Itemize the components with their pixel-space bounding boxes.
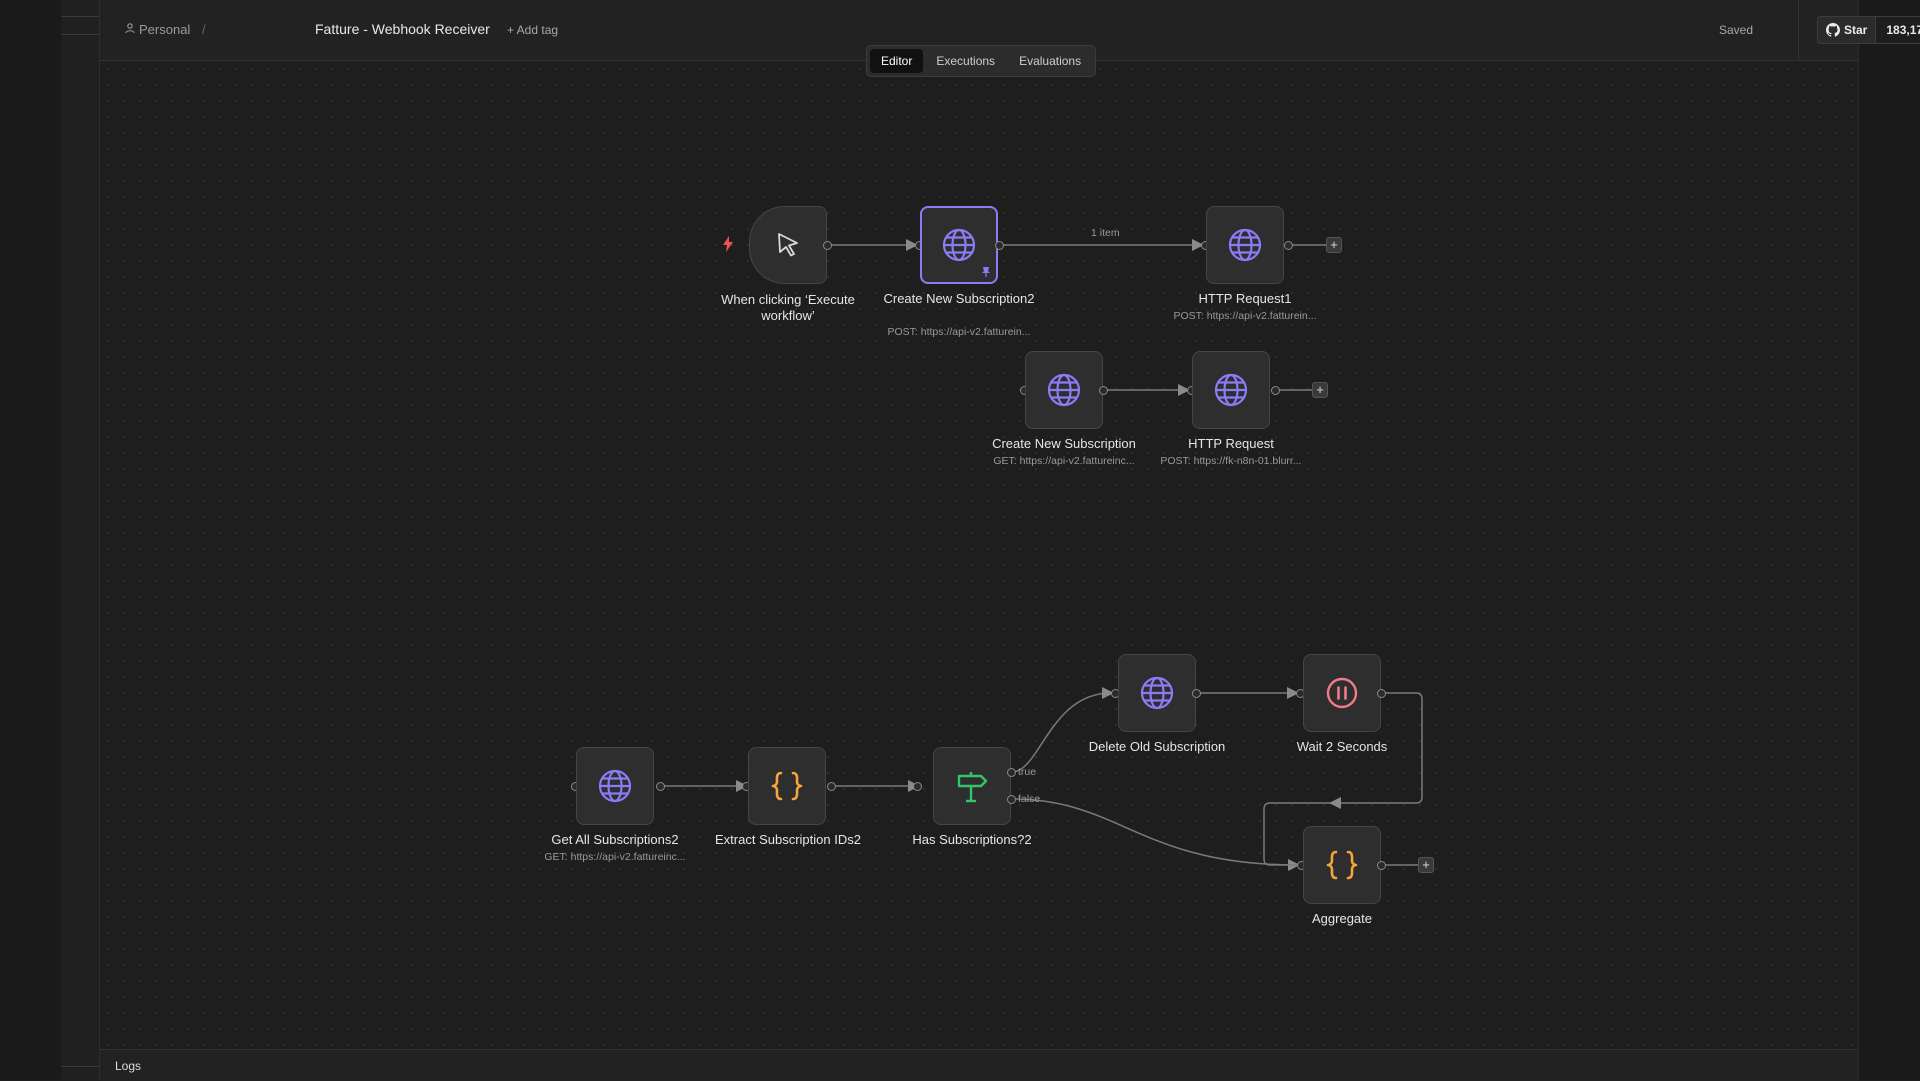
person-icon	[125, 22, 135, 37]
lightning-icon	[723, 236, 733, 252]
signpost-icon	[957, 772, 988, 803]
node-http-request1[interactable]	[1206, 206, 1284, 284]
add-node-button[interactable]: +	[1326, 237, 1342, 253]
node-get-all-subscriptions2[interactable]	[576, 747, 654, 825]
add-node-button[interactable]: +	[1418, 857, 1434, 873]
node-output-port[interactable]	[1271, 386, 1280, 395]
github-star-label: Star	[1844, 23, 1868, 37]
node-output-port[interactable]	[823, 241, 832, 250]
header-divider	[1798, 0, 1799, 60]
node-label: Get All Subscriptions2	[551, 832, 679, 847]
add-tag-button[interactable]: + Add tag	[507, 23, 558, 37]
node-http-request[interactable]	[1192, 351, 1270, 429]
node-extract-subscription-ids2[interactable]	[748, 747, 826, 825]
pin-icon	[982, 267, 990, 277]
node-output-port-true[interactable]	[1007, 768, 1016, 777]
node-subtitle: POST: https://api-v2.fatturein...	[1173, 310, 1317, 322]
pause-circle-icon	[1326, 677, 1358, 709]
view-tabs: Editor Executions Evaluations	[866, 45, 1097, 77]
sidebar	[61, 0, 100, 1080]
node-create-new-subscription[interactable]	[1025, 351, 1103, 429]
github-star-button[interactable]: Star	[1818, 17, 1877, 43]
node-label: HTTP Request1	[1198, 291, 1292, 306]
node-label: Extract Subscription IDs2	[715, 832, 861, 847]
globe-icon	[1140, 676, 1174, 710]
branch-true-label: true	[1018, 766, 1037, 778]
node-subtitle: POST: https://fk-n8n-01.blurr...	[1160, 455, 1302, 467]
logs-toggle[interactable]: Logs	[115, 1059, 141, 1073]
node-label: Delete Old Subscription	[1088, 739, 1226, 754]
node-label: Create New Subscription	[992, 436, 1136, 451]
left-strip	[0, 0, 61, 1080]
tab-editor[interactable]: Editor	[870, 49, 924, 73]
node-output-port-false[interactable]	[1007, 795, 1016, 804]
workflow-title[interactable]: Fatture - Webhook Receiver	[315, 21, 490, 37]
sidebar-divider	[61, 16, 99, 17]
right-strip	[1858, 0, 1920, 1080]
node-output-port[interactable]	[1099, 386, 1108, 395]
tab-evaluations[interactable]: Evaluations	[1008, 49, 1092, 73]
code-braces-icon	[771, 771, 803, 801]
node-manual-trigger[interactable]	[749, 206, 827, 284]
node-label: Aggregate	[1312, 911, 1372, 926]
globe-icon	[1214, 373, 1248, 407]
node-output-port[interactable]	[656, 782, 665, 791]
node-has-subscriptions2[interactable]	[933, 747, 1011, 825]
node-output-port[interactable]	[1284, 241, 1293, 250]
node-label: Wait 2 Seconds	[1296, 739, 1388, 754]
github-star-widget[interactable]: Star 183,171	[1817, 16, 1920, 44]
connection-edge	[1011, 687, 1114, 773]
node-label: Has Subscriptions?2	[912, 832, 1032, 847]
node-label: HTTP Request	[1188, 436, 1274, 451]
globe-icon	[598, 769, 632, 803]
logs-panel: Logs	[100, 1049, 1858, 1081]
node-aggregate[interactable]	[1303, 826, 1381, 904]
breadcrumb-owner[interactable]: Personal	[139, 22, 190, 37]
node-subtitle: GET: https://api-v2.fattureinc...	[544, 851, 686, 863]
node-label: When clicking ‘Execute workflow’	[721, 292, 855, 323]
workflow-canvas[interactable]: When clicking ‘Execute workflow’ Create …	[100, 61, 1858, 1049]
tab-executions[interactable]: Executions	[925, 49, 1006, 73]
node-label: Create New Subscription2	[883, 291, 1035, 306]
branch-false-label: false	[1018, 793, 1041, 805]
github-star-count: 183,171	[1876, 17, 1920, 43]
globe-icon	[1047, 373, 1081, 407]
add-node-button[interactable]: +	[1312, 382, 1328, 398]
github-icon	[1826, 23, 1840, 37]
sidebar-divider	[61, 34, 99, 35]
node-subtitle: POST: https://api-v2.fatturein...	[887, 326, 1031, 338]
node-wait-2-seconds[interactable]	[1303, 654, 1381, 732]
save-status: Saved	[1719, 23, 1754, 37]
node-output-port[interactable]	[995, 241, 1004, 250]
node-create-new-subscription2[interactable]	[920, 206, 998, 284]
node-output-port[interactable]	[1377, 689, 1386, 698]
edge-item-count: 1 item	[1091, 227, 1120, 239]
node-output-port[interactable]	[827, 782, 836, 791]
breadcrumb-separator: /	[202, 22, 206, 37]
node-subtitle: GET: https://api-v2.fattureinc...	[993, 455, 1135, 467]
globe-icon	[942, 228, 976, 262]
node-output-port[interactable]	[1192, 689, 1201, 698]
sidebar-divider	[61, 1066, 99, 1067]
node-input-port[interactable]	[913, 782, 922, 791]
code-braces-icon	[1326, 850, 1358, 880]
cursor-icon	[778, 233, 798, 257]
globe-icon	[1228, 228, 1262, 262]
node-output-port[interactable]	[1377, 861, 1386, 870]
node-delete-old-subscription[interactable]	[1118, 654, 1196, 732]
